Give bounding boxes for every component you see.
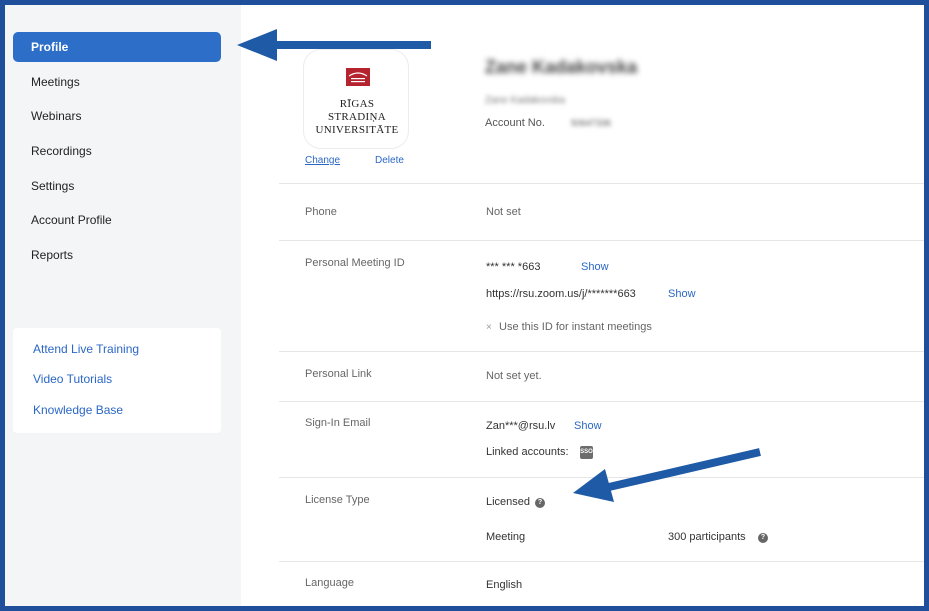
language-label: Language	[305, 577, 354, 589]
sidebar-item-meetings[interactable]: Meetings	[13, 67, 221, 97]
question-circle-icon[interactable]: ?	[535, 498, 545, 508]
phone-value: Not set	[486, 206, 521, 218]
sidebar-item-reports[interactable]: Reports	[13, 240, 221, 270]
divider	[279, 240, 924, 241]
meeting-label: Meeting	[486, 531, 526, 543]
instant-meetings-text: Use this ID for instant meetings	[499, 321, 652, 333]
sign-in-email-label: Sign-In Email	[305, 417, 371, 429]
delete-picture-link[interactable]: Delete	[375, 155, 404, 166]
license-type-value: Licensed	[486, 496, 531, 508]
account-number-value: 50647336	[571, 118, 612, 128]
screenshot-frame: Profile Meetings Webinars Recordings Set…	[0, 0, 929, 611]
profile-picture[interactable]: RĪGAS STRADIŅA UNIVERSITĀTE	[303, 49, 409, 149]
sidebar: Profile Meetings Webinars Recordings Set…	[5, 5, 241, 606]
personal-meeting-id-value: *** *** *663	[486, 261, 541, 273]
show-meeting-url-link[interactable]: Show	[668, 288, 696, 300]
logo-text-line-3: UNIVERSITĀTE	[315, 124, 399, 136]
sidebar-item-profile[interactable]: Profile	[13, 32, 221, 62]
sso-badge-icon: SSO	[580, 446, 593, 459]
personal-meeting-url: https://rsu.zoom.us/j/*******663	[486, 288, 636, 300]
change-picture-link[interactable]: Change	[305, 155, 340, 166]
user-name-secondary: Zane Kadakovska	[485, 95, 566, 106]
profile-main: RĪGAS STRADIŅA UNIVERSITĀTE Change Delet…	[241, 5, 924, 606]
logo-text-line-1: RĪGAS	[339, 98, 375, 110]
phone-label: Phone	[305, 206, 337, 218]
divider	[279, 561, 924, 562]
personal-meeting-id-label: Personal Meeting ID	[305, 257, 405, 269]
user-name: Zane Kadakovska	[485, 57, 638, 77]
meeting-participants-value: 300 participants	[668, 531, 746, 543]
linked-accounts-label: Linked accounts:	[486, 446, 569, 458]
logo-text-line-2: STRADIŅA	[327, 111, 386, 123]
divider	[279, 401, 924, 402]
university-logo-icon	[346, 68, 370, 86]
language-value: English	[486, 579, 523, 591]
divider	[279, 351, 924, 352]
show-meeting-id-link[interactable]: Show	[581, 261, 609, 273]
video-tutorials-link[interactable]: Video Tutorials	[33, 372, 112, 386]
sidebar-item-settings[interactable]: Settings	[13, 171, 221, 201]
sidebar-item-recordings[interactable]: Recordings	[13, 136, 221, 166]
personal-link-label: Personal Link	[305, 368, 372, 380]
question-circle-icon[interactable]: ?	[758, 533, 768, 543]
account-number-label: Account No.	[485, 117, 545, 129]
help-links-box: Attend Live Training Video Tutorials Kno…	[13, 328, 221, 433]
license-type-label: License Type	[305, 494, 370, 506]
sidebar-item-account-profile[interactable]: Account Profile	[13, 205, 221, 235]
divider	[279, 183, 924, 184]
personal-link-value: Not set yet.	[486, 370, 542, 382]
attend-live-training-link[interactable]: Attend Live Training	[33, 342, 139, 356]
divider	[279, 477, 924, 478]
close-icon: ×	[486, 322, 492, 333]
sidebar-item-webinars[interactable]: Webinars	[13, 101, 221, 131]
show-email-link[interactable]: Show	[574, 420, 602, 432]
sign-in-email-value: Zan***@rsu.lv	[486, 420, 556, 432]
knowledge-base-link[interactable]: Knowledge Base	[33, 403, 123, 417]
